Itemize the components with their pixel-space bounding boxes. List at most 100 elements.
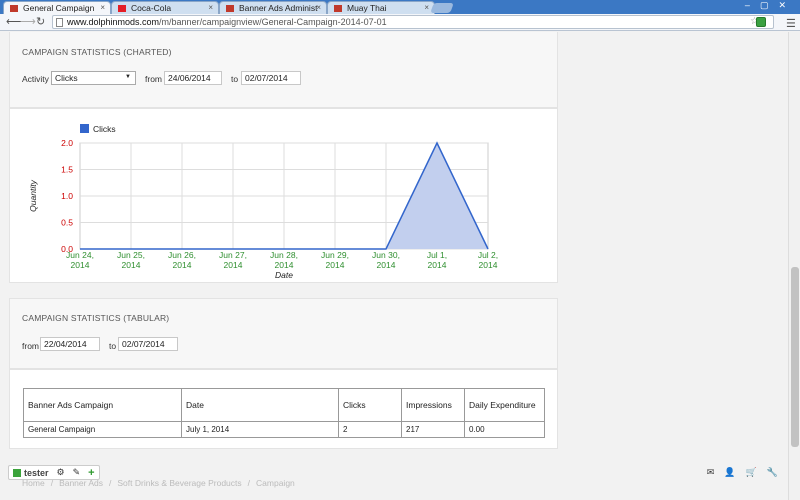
- table-cell: 217: [401, 421, 465, 438]
- x-tick-label: Jun 27, 2014: [219, 250, 247, 270]
- admin-toolbar: tester ⚙ ✎ +: [8, 465, 100, 480]
- new-tab-button[interactable]: [430, 3, 454, 13]
- reload-icon[interactable]: ↻: [36, 15, 45, 28]
- y-tick-label: 1.5: [61, 165, 73, 175]
- table-panel: Banner Ads Campaign Date Clicks Impressi…: [9, 369, 558, 449]
- extension-icon[interactable]: [756, 17, 766, 27]
- user-menu[interactable]: tester: [13, 468, 49, 478]
- legend-swatch: [80, 124, 89, 133]
- close-icon[interactable]: ×: [424, 3, 429, 12]
- column-header: Banner Ads Campaign: [23, 388, 182, 422]
- window-controls: –▢✕: [745, 0, 796, 11]
- column-header: Date: [181, 388, 339, 422]
- gear-icon[interactable]: ⚙: [57, 467, 65, 478]
- breadcrumb-separator: /: [109, 478, 112, 488]
- window-close-icon[interactable]: ✕: [778, 0, 796, 10]
- table-to-date-input[interactable]: 02/07/2014: [118, 337, 178, 351]
- chart-panel: 0.0 0.5 1.0 1.5 2.0 Jun 24, 2014 Jun 25, 2014 Jun…: [9, 108, 558, 283]
- x-tick-label: Jun 26, 2014: [168, 250, 196, 270]
- x-tick-label: Jun 28, 2014: [270, 250, 298, 270]
- wrench-icon[interactable]: 🔧: [767, 467, 778, 478]
- url-field[interactable]: www.dolphinmods.com/m/banner/campaignvie…: [52, 15, 774, 29]
- section-title-charted: CAMPAIGN STATISTICS (CHARTED): [22, 47, 172, 57]
- maximize-icon[interactable]: ▢: [760, 0, 779, 10]
- page-content: CAMPAIGN STATISTICS (CHARTED) Activity C…: [0, 32, 788, 500]
- menu-icon[interactable]: ☰: [786, 17, 796, 30]
- activity-select-value: Clicks: [55, 73, 78, 83]
- to-label: to: [109, 341, 117, 351]
- close-icon[interactable]: ×: [100, 3, 105, 12]
- close-icon[interactable]: ×: [208, 3, 213, 12]
- table-from-date-input[interactable]: 22/04/2014: [40, 337, 100, 351]
- tab-label: General Campaign: [23, 3, 95, 13]
- table-cell: July 1, 2014: [181, 421, 339, 438]
- x-tick-label: Jul 2, 2014: [478, 250, 498, 270]
- table-header-row: Banner Ads Campaign Date Clicks Impressi…: [23, 388, 545, 422]
- to-label: to: [231, 74, 239, 84]
- clicks-chart: 0.00.51.01.52.0Jun 24, 2014Jun 25, 2014Jun…: [28, 124, 498, 280]
- close-icon[interactable]: ×: [316, 3, 321, 12]
- x-tick-label: Jun 30, 2014: [372, 250, 400, 270]
- x-tick-label: Jul 1, 2014: [427, 250, 447, 270]
- chart-to-date-input[interactable]: 02/07/2014: [241, 71, 301, 85]
- banner-favicon-icon: [226, 5, 234, 12]
- user-status-icon: [13, 468, 21, 477]
- y-tick-label: 1.0: [61, 191, 73, 201]
- dropdown-caret-icon: ▼: [125, 74, 131, 80]
- column-header: Impressions: [401, 388, 465, 422]
- minimize-icon[interactable]: –: [745, 0, 760, 10]
- breadcrumb-item[interactable]: Campaign: [256, 478, 295, 488]
- page-icon: [56, 18, 63, 27]
- tab-coca-cola[interactable]: Coca-Cola ×: [111, 1, 219, 14]
- cart-icon[interactable]: 🛒: [746, 467, 757, 478]
- x-tick-label: Jun 24, 2014: [66, 250, 94, 270]
- url-path: /m/banner/campaignview/General-Campaign-…: [159, 17, 387, 27]
- add-icon[interactable]: +: [88, 467, 94, 479]
- tab-general-campaign[interactable]: General Campaign ×: [3, 1, 111, 14]
- user-icon[interactable]: 👤: [724, 467, 735, 478]
- tab-muay-thai[interactable]: Muay Thai ×: [327, 1, 435, 14]
- address-bar: ⟵ ⟶ ↻ www.dolphinmods.com/m/banner/campa…: [0, 14, 800, 31]
- scrollbar-thumb[interactable]: [791, 267, 799, 447]
- banner-favicon-icon: [10, 5, 18, 12]
- tab-label: Coca-Cola: [131, 3, 172, 13]
- url-host: www.dolphinmods.com: [67, 17, 160, 27]
- admin-toolbar-right: ✉ 👤 🛒 🔧: [707, 465, 778, 480]
- tab-label: Banner Ads Administ: [239, 3, 318, 13]
- activity-select[interactable]: Clicks ▼: [51, 71, 136, 85]
- y-axis-title: Quantity: [28, 179, 38, 211]
- section-title-tabular: CAMPAIGN STATISTICS (TABULAR): [22, 313, 170, 323]
- tabular-header: CAMPAIGN STATISTICS (TABULAR) from 22/04…: [9, 298, 558, 369]
- x-tick-label: Jun 29, 2014: [321, 250, 349, 270]
- campaign-stats-table: Banner Ads Campaign Date Clicks Impressi…: [23, 388, 545, 438]
- scrollbar[interactable]: [788, 32, 800, 500]
- table-row: General Campaign July 1, 2014 2 217 0.00: [23, 421, 545, 438]
- browser-tab-bar: General Campaign × Coca-Cola × Banner Ad…: [0, 0, 800, 14]
- tab-label: Muay Thai: [347, 3, 387, 13]
- coke-favicon-icon: [118, 5, 126, 12]
- edit-icon[interactable]: ✎: [73, 467, 81, 478]
- column-header: Clicks: [338, 388, 402, 422]
- y-tick-label: 2.0: [61, 138, 73, 148]
- activity-label: Activity: [22, 74, 49, 84]
- forward-arrow-icon[interactable]: ⟶: [20, 15, 36, 28]
- from-label: from: [22, 341, 39, 351]
- x-tick-label: Jun 25, 2014: [117, 250, 145, 270]
- username: tester: [24, 467, 49, 478]
- from-label: from: [145, 74, 162, 84]
- tab-banner-ads-admin[interactable]: Banner Ads Administ ×: [219, 1, 327, 14]
- legend-label: Clicks: [93, 124, 116, 134]
- chart-from-date-input[interactable]: 24/06/2014: [164, 71, 222, 85]
- y-tick-label: 0.5: [61, 218, 73, 228]
- mail-icon[interactable]: ✉: [707, 467, 715, 478]
- table-cell: 0.00: [464, 421, 545, 438]
- x-axis-title: Date: [275, 270, 293, 280]
- breadcrumb-separator: /: [247, 478, 251, 488]
- table-cell: 2: [338, 421, 402, 438]
- banner-favicon-icon: [334, 5, 342, 12]
- column-header: Daily Expenditure: [464, 388, 545, 422]
- footer-bar: Home / Banner Ads / Soft Drinks & Beverage P…: [0, 462, 788, 500]
- breadcrumb-item[interactable]: Soft Drinks & Beverage Products: [117, 478, 241, 488]
- table-cell: General Campaign: [23, 421, 182, 438]
- charted-header: CAMPAIGN STATISTICS (CHARTED) Activity C…: [9, 32, 558, 108]
